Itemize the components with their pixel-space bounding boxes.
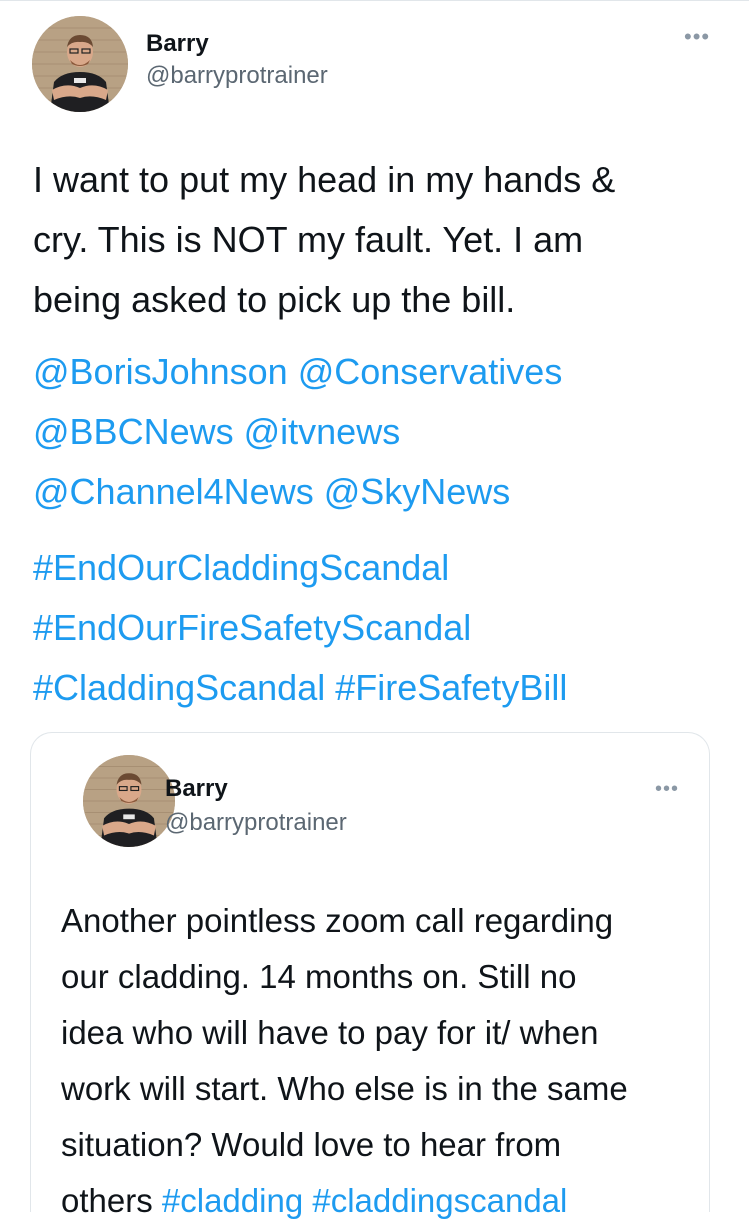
quoted-text-line: our cladding. 14 months on. Still no [61,958,577,995]
tweet-text-line: I want to put my head in my hands & [33,159,616,200]
quoted-tweet-text: Another pointless zoom call regarding ou… [61,893,701,1229]
quoted-text-line: situation? Would love to hear from [61,1126,562,1163]
quoted-author-name[interactable]: Barry [165,775,228,803]
quoted-text-line: work will start. Who else is in the same [61,1070,628,1107]
mention-link[interactable]: @SkyNews [324,471,511,512]
avatar[interactable] [32,16,128,112]
mention-list: @BorisJohnson @Conservatives @BBCNews @i… [33,342,733,522]
quoted-text-line: Another pointless zoom call regarding [61,902,614,939]
tweet-text-line: being asked to pick up the bill. [33,279,516,320]
quoted-avatar[interactable] [83,755,175,847]
avatar-photo [32,16,128,112]
tweet-text-line: cry. This is NOT my fault. Yet. I am [33,219,584,260]
quoted-text-line: others [61,1182,153,1219]
author-handle[interactable]: @barryprotrainer [146,62,328,90]
mention-link[interactable]: @Channel4News [33,471,314,512]
mention-link[interactable]: @Conservatives [298,351,563,392]
mention-link[interactable]: @BorisJohnson [33,351,288,392]
more-options-icon[interactable]: ••• [655,779,679,799]
hashtag-link[interactable]: #EndOurFireSafetyScandal [33,607,471,648]
avatar-photo [83,755,175,847]
hashtag-link[interactable]: #EndOurCladdingScandal [33,547,449,588]
hashtag-link[interactable]: #claddingscandal [312,1182,567,1219]
author-name[interactable]: Barry [146,30,209,58]
quoted-author-handle[interactable]: @barryprotrainer [165,809,347,837]
mention-link[interactable]: @itvnews [244,411,401,452]
more-options-icon[interactable]: ••• [684,26,710,48]
quoted-tweet[interactable]: Barry @barryprotrainer ••• Another point… [30,732,710,1219]
tweet-text: I want to put my head in my hands & cry.… [33,150,733,330]
hashtag-link[interactable]: #FireSafetyBill [335,667,567,708]
hashtag-link[interactable]: #cladding [162,1182,303,1219]
quoted-text-line: idea who will have to pay for it/ when [61,1014,599,1051]
mention-link[interactable]: @BBCNews [33,411,234,452]
top-divider [0,0,749,8]
hashtag-link[interactable]: #CladdingScandal [33,667,325,708]
hashtag-list: #EndOurCladdingScandal #EndOurFireSafety… [33,538,733,718]
